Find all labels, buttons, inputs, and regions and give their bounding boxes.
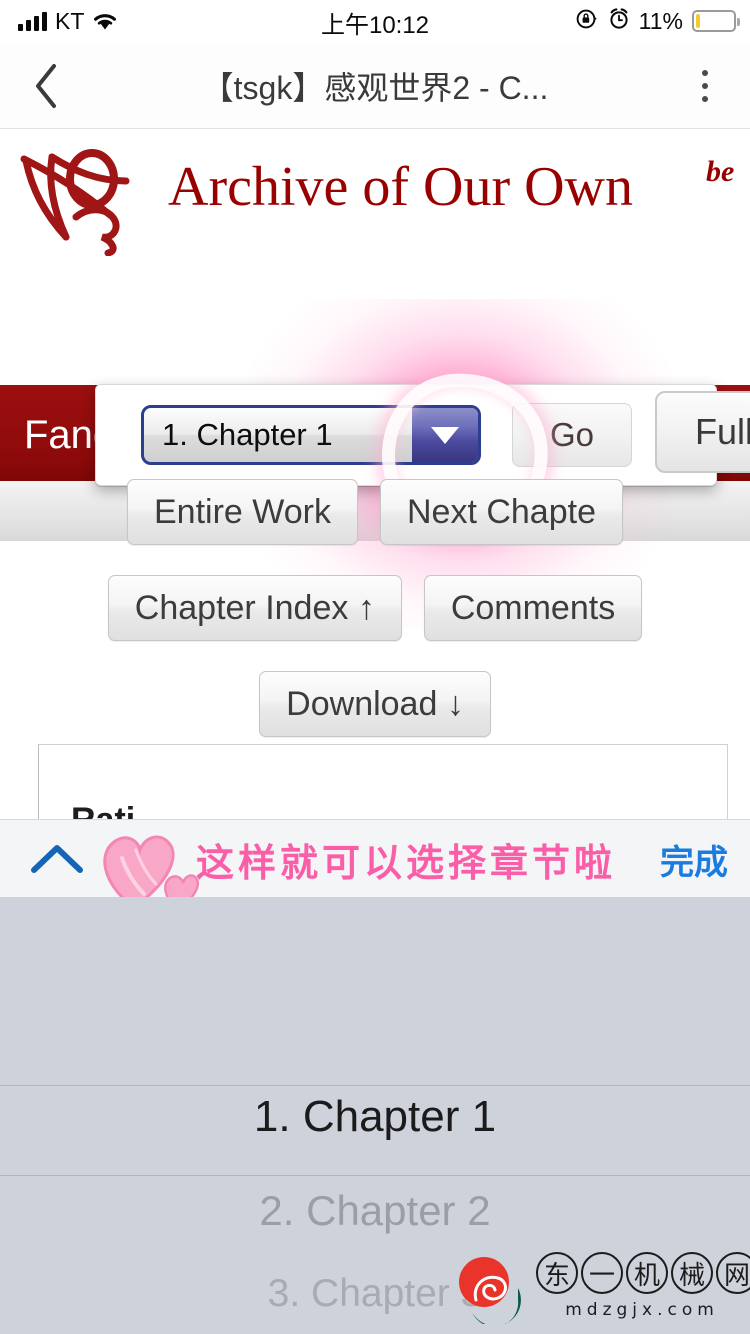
picker-selection-line-top: [0, 1085, 750, 1086]
fullscreen-button[interactable]: Full-: [655, 391, 750, 473]
chapter-index-button[interactable]: Chapter Index ↑: [107, 575, 402, 641]
watermark-char: 机: [626, 1252, 668, 1294]
keyboard-accessory-bar: 这样就可以选择章节啦 完成: [0, 819, 750, 912]
chapter-select-value: 1. Chapter 1: [162, 417, 333, 452]
kebab-dot: [702, 96, 708, 102]
watermark-char: 东: [536, 1252, 578, 1294]
back-button[interactable]: [14, 44, 78, 128]
download-button[interactable]: Download ↓: [259, 671, 491, 737]
rotation-lock-icon: [575, 7, 599, 36]
go-button[interactable]: Go: [512, 403, 632, 467]
work-nav-row-3: Download ↓: [0, 671, 750, 737]
ao3-logo-icon: [14, 141, 164, 257]
picker-option-selected[interactable]: 1. Chapter 1: [0, 1092, 750, 1142]
watermark-logo-icon: [450, 1254, 524, 1333]
comments-button[interactable]: Comments: [423, 575, 643, 641]
status-bar: KT 上午10:12 11%: [0, 0, 750, 44]
chapter-picker[interactable]: 1. Chapter 1 2. Chapter 2 3. Chapter 3 4…: [0, 897, 750, 1334]
site-beta-label: be: [706, 155, 735, 188]
watermark-url: mdzgjx.com: [565, 1300, 719, 1320]
magnifier-panel: 1. Chapter 1 Go: [95, 384, 717, 486]
picker-option[interactable]: 2. Chapter 2: [0, 1187, 750, 1235]
page-title: 【tsgk】感观世界2 - C...: [201, 70, 549, 106]
picker-top-padding: [0, 897, 750, 1085]
work-meta-rating-label: Rati: [71, 801, 135, 819]
work-nav-row-2: Chapter Index ↑ Comments: [0, 575, 750, 641]
app-title-bar: 【tsgk】感观世界2 - C...: [0, 44, 750, 129]
watermark-char: 网: [716, 1252, 750, 1294]
kebab-dot: [702, 83, 708, 89]
picker-selection-line-bottom: [0, 1175, 750, 1176]
chapter-select[interactable]: 1. Chapter 1: [141, 405, 481, 465]
watermark-char: 械: [671, 1252, 713, 1294]
entire-work-button[interactable]: Entire Work: [127, 479, 358, 545]
work-nav-row-1: Entire Work Next Chapte: [0, 479, 750, 545]
work-meta-box: Rati: [38, 744, 728, 819]
next-chapter-button[interactable]: Next Chapte: [379, 479, 623, 545]
battery-icon: [692, 10, 740, 32]
annotation-tip-text: 这样就可以选择章节啦: [196, 842, 617, 885]
watermark-characters: 东 一 机 械 网: [536, 1252, 750, 1294]
watermark-char: 一: [581, 1252, 623, 1294]
watermark: 东 一 机 械 网 mdzgjx.com: [444, 1250, 750, 1333]
overflow-menu-button[interactable]: [678, 44, 732, 128]
webview[interactable]: Archive of Our Own be Fand 1. Chapter 1 …: [0, 129, 750, 819]
battery-percent-label: 11%: [638, 7, 683, 34]
chevron-up-icon[interactable]: [28, 836, 86, 882]
site-name: Archive of Our Own: [168, 156, 633, 218]
done-button[interactable]: 完成: [660, 820, 728, 898]
kebab-dot: [702, 70, 708, 76]
chevron-left-icon: [36, 64, 56, 108]
alarm-clock-icon: [608, 7, 630, 36]
chevron-down-icon[interactable]: [412, 408, 478, 462]
status-bar-right: 11%: [575, 7, 740, 36]
site-header: Archive of Our Own be: [0, 129, 750, 262]
